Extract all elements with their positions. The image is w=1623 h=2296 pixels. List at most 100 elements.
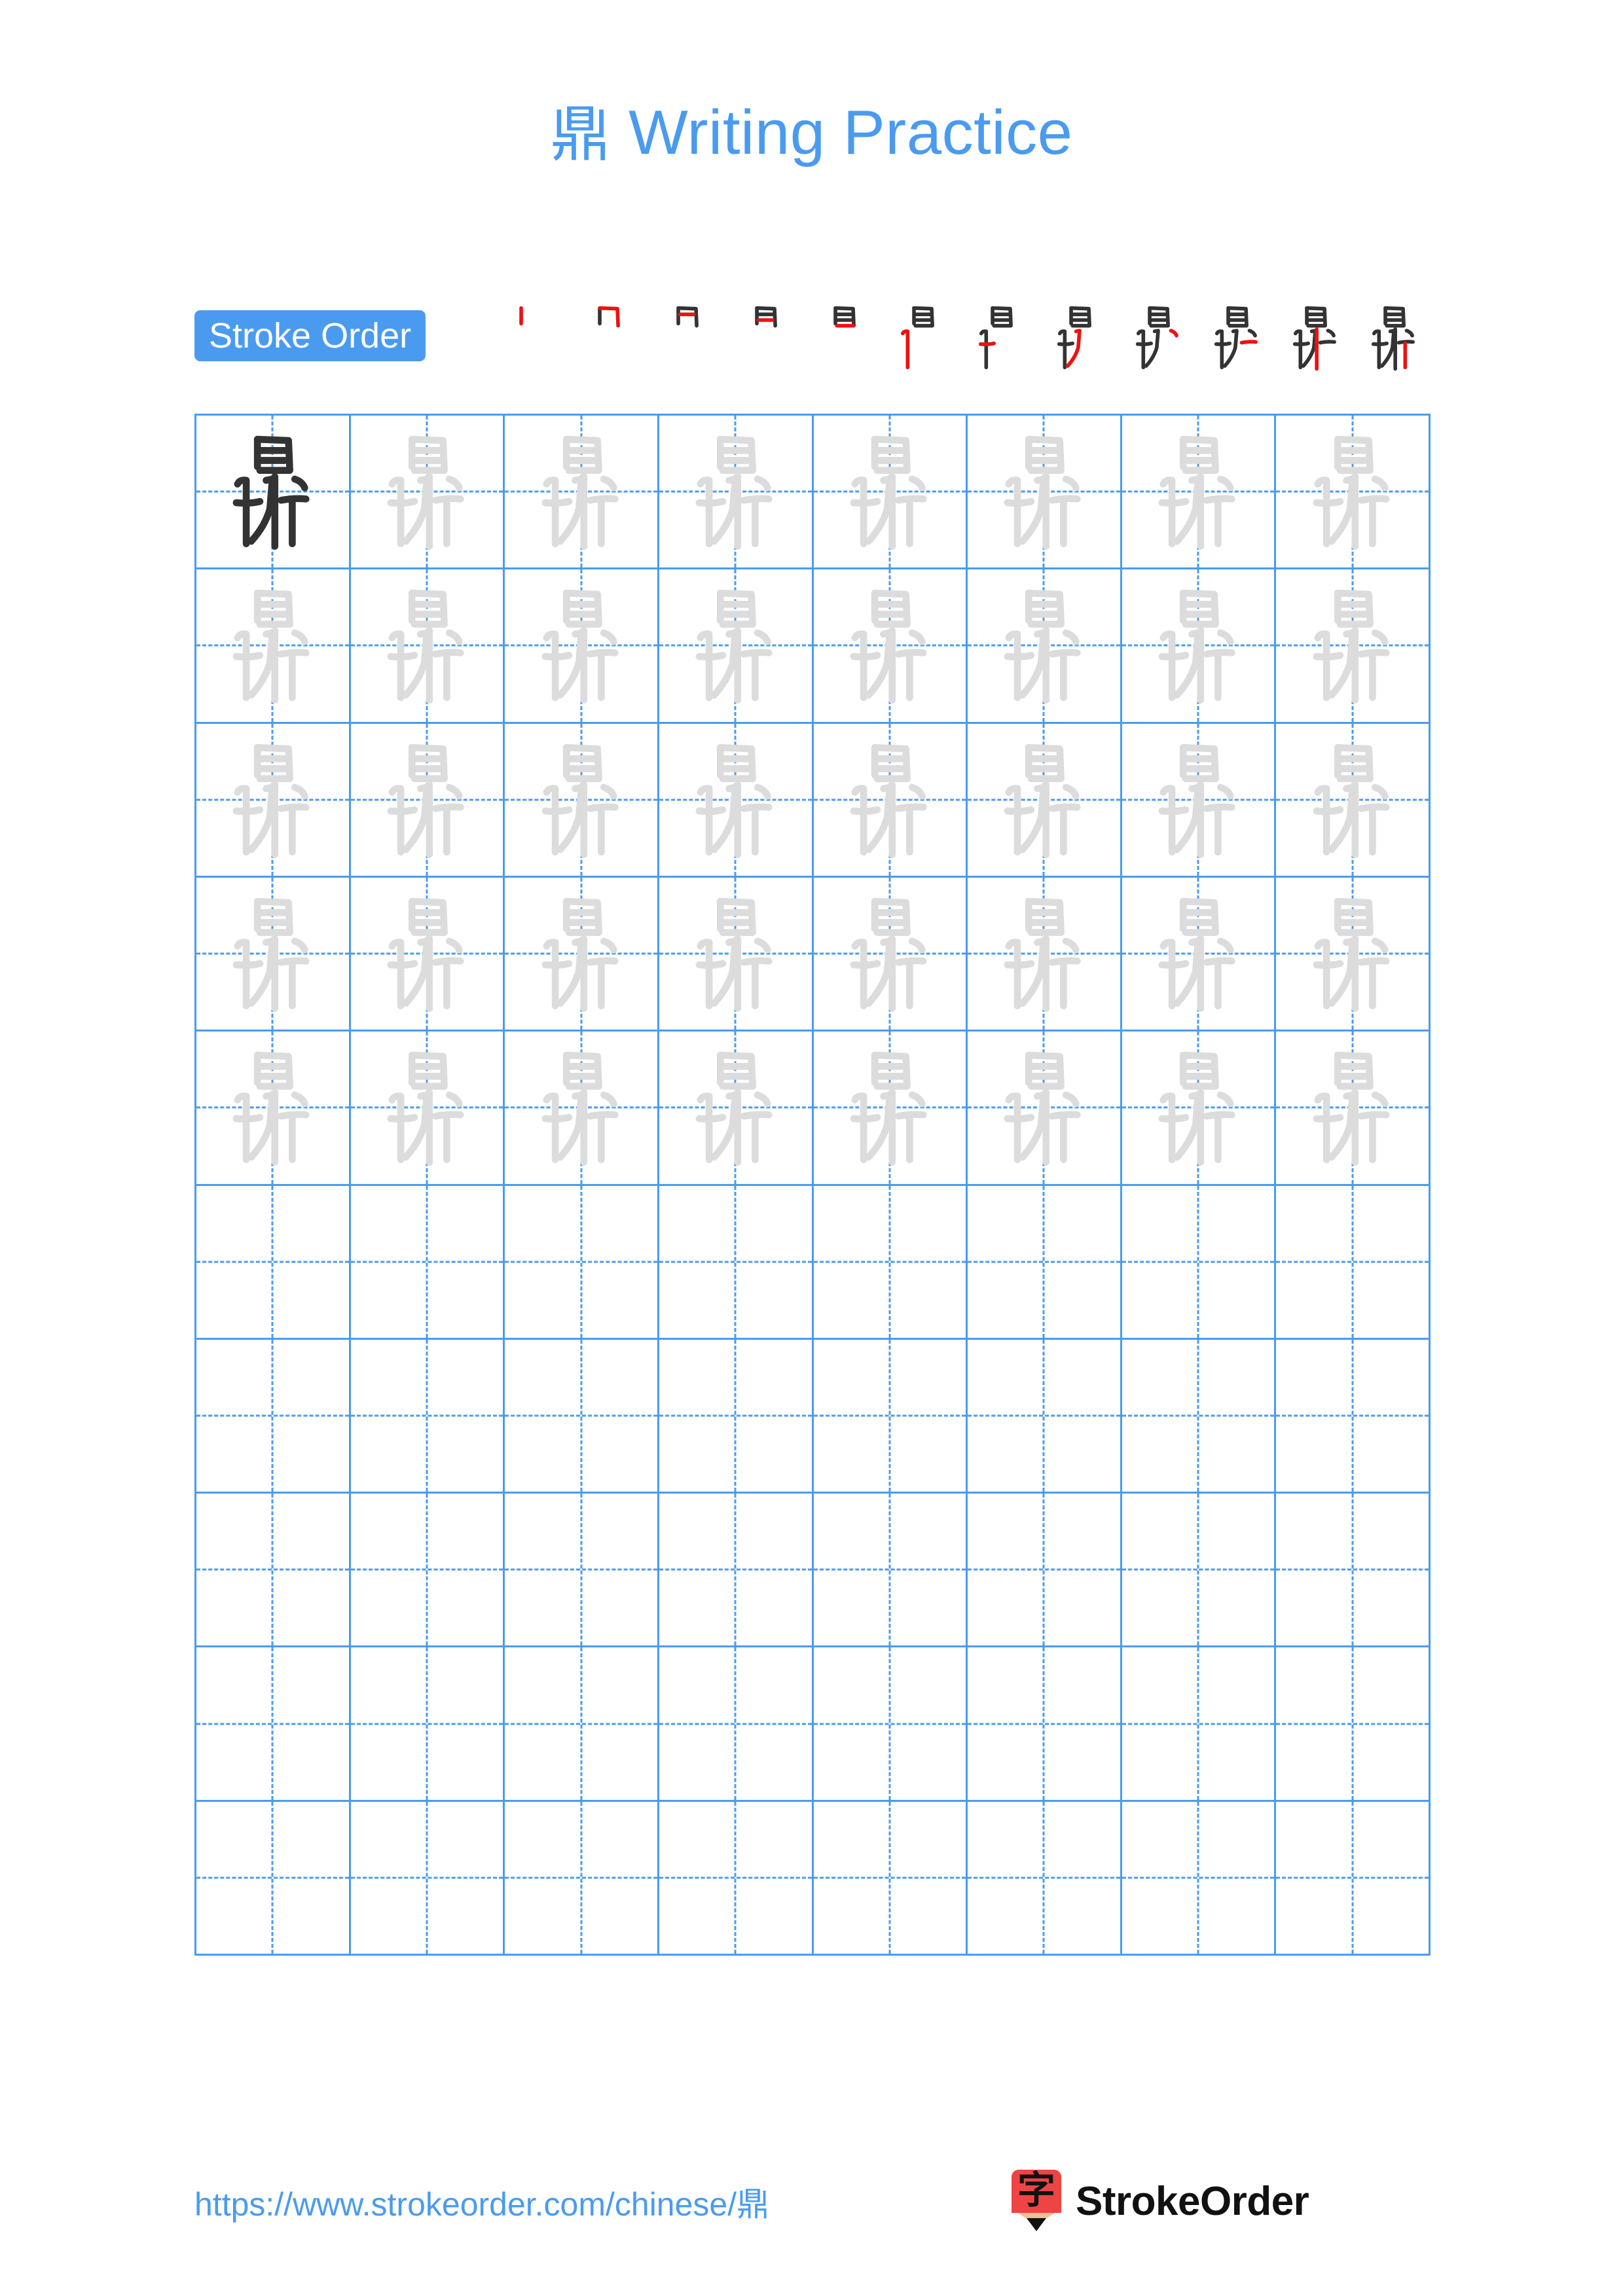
practice-cell-r2-c6[interactable] — [968, 569, 1122, 724]
practice-cell-r1-c8[interactable] — [1276, 416, 1431, 570]
practice-cell-r1-c5[interactable] — [813, 416, 968, 570]
practice-cell-r6-c2[interactable] — [350, 1185, 505, 1340]
practice-cell-r2-c7[interactable] — [1122, 569, 1277, 724]
practice-cell-r4-c2[interactable] — [350, 877, 505, 1032]
practice-cell-r6-c3[interactable] — [505, 1185, 659, 1340]
logo-character: 字 — [1017, 2168, 1055, 2212]
practice-cell-r7-c3[interactable] — [505, 1339, 659, 1494]
practice-cell-r1-c4[interactable] — [659, 416, 814, 570]
practice-cell-r4-c8[interactable] — [1276, 877, 1431, 1032]
practice-cell-r4-c1[interactable] — [196, 877, 351, 1032]
practice-cell-r10-c4[interactable] — [659, 1801, 814, 1956]
practice-cell-r10-c7[interactable] — [1122, 1801, 1277, 1956]
practice-cell-r7-c4[interactable] — [659, 1339, 814, 1494]
practice-cell-r6-c6[interactable] — [968, 1185, 1122, 1340]
trace-character — [968, 1031, 1120, 1183]
trace-character — [659, 878, 812, 1030]
practice-cell-r3-c1[interactable] — [196, 723, 351, 878]
practice-cell-r5-c7[interactable] — [1122, 1031, 1277, 1186]
practice-cell-r2-c1[interactable] — [196, 569, 351, 724]
practice-cell-r10-c5[interactable] — [813, 1801, 968, 1956]
practice-cell-r4-c4[interactable] — [659, 877, 814, 1032]
practice-cell-r7-c6[interactable] — [968, 1339, 1122, 1494]
practice-cell-r2-c2[interactable] — [350, 569, 505, 724]
practice-cell-r5-c6[interactable] — [968, 1031, 1122, 1186]
practice-cell-r9-c6[interactable] — [968, 1647, 1122, 1802]
practice-cell-r6-c4[interactable] — [659, 1185, 814, 1340]
practice-cell-r9-c4[interactable] — [659, 1647, 814, 1802]
trace-character — [1122, 569, 1275, 721]
practice-cell-r5-c5[interactable] — [813, 1031, 968, 1186]
practice-cell-r8-c7[interactable] — [1122, 1494, 1277, 1648]
trace-character — [968, 569, 1120, 721]
practice-cell-r5-c1[interactable] — [196, 1031, 351, 1186]
practice-cell-r2-c8[interactable] — [1276, 569, 1431, 724]
practice-cell-r8-c4[interactable] — [659, 1494, 814, 1648]
practice-cell-r7-c2[interactable] — [350, 1339, 505, 1494]
stroke-step-8 — [1040, 301, 1119, 373]
practice-cell-r10-c3[interactable] — [505, 1801, 659, 1956]
practice-cell-r1-c7[interactable] — [1122, 416, 1277, 570]
practice-cell-r1-c6[interactable] — [968, 416, 1122, 570]
practice-cell-r7-c1[interactable] — [196, 1339, 351, 1494]
practice-cell-r7-c5[interactable] — [813, 1339, 968, 1494]
practice-cell-r9-c1[interactable] — [196, 1647, 351, 1802]
practice-cell-r9-c5[interactable] — [813, 1647, 968, 1802]
practice-cell-r4-c5[interactable] — [813, 877, 968, 1032]
practice-cell-r3-c7[interactable] — [1122, 723, 1277, 878]
trace-character — [505, 1031, 657, 1183]
practice-cell-r6-c7[interactable] — [1122, 1185, 1277, 1340]
practice-cell-r3-c3[interactable] — [505, 723, 659, 878]
practice-cell-r8-c8[interactable] — [1276, 1494, 1431, 1648]
stroke-order-badge: Stroke Order — [194, 310, 426, 361]
practice-cell-r1-c2[interactable] — [350, 416, 505, 570]
trace-character — [196, 1031, 349, 1183]
trace-character — [659, 724, 812, 876]
trace-character — [196, 569, 349, 721]
practice-cell-r8-c6[interactable] — [968, 1494, 1122, 1648]
practice-cell-r4-c3[interactable] — [505, 877, 659, 1032]
trace-character — [351, 724, 503, 876]
footer-url-link[interactable]: https://www.strokeorder.com/chinese/鼎 — [194, 2178, 769, 2225]
practice-cell-r4-c6[interactable] — [968, 877, 1122, 1032]
practice-cell-r10-c8[interactable] — [1276, 1801, 1431, 1956]
practice-cell-r3-c2[interactable] — [350, 723, 505, 878]
trace-character — [1276, 416, 1429, 567]
practice-cell-r9-c7[interactable] — [1122, 1647, 1277, 1802]
practice-cell-r6-c5[interactable] — [813, 1185, 968, 1340]
practice-cell-r1-c1[interactable] — [196, 416, 351, 570]
practice-cell-r9-c3[interactable] — [505, 1647, 659, 1802]
practice-cell-r5-c8[interactable] — [1276, 1031, 1431, 1186]
model-character — [196, 416, 349, 567]
practice-cell-r7-c7[interactable] — [1122, 1339, 1277, 1494]
practice-cell-r8-c5[interactable] — [813, 1494, 968, 1648]
strokeorder-logo-icon: 字 — [1012, 2168, 1061, 2233]
practice-cell-r6-c8[interactable] — [1276, 1185, 1431, 1340]
practice-cell-r2-c5[interactable] — [813, 569, 968, 724]
trace-character — [196, 724, 349, 876]
practice-cell-r6-c1[interactable] — [196, 1185, 351, 1340]
trace-character — [196, 878, 349, 1030]
practice-cell-r4-c7[interactable] — [1122, 877, 1277, 1032]
practice-cell-r8-c1[interactable] — [196, 1494, 351, 1648]
practice-cell-r3-c6[interactable] — [968, 723, 1122, 878]
practice-cell-r8-c3[interactable] — [505, 1494, 659, 1648]
practice-cell-r2-c4[interactable] — [659, 569, 814, 724]
practice-cell-r10-c1[interactable] — [196, 1801, 351, 1956]
practice-cell-r3-c5[interactable] — [813, 723, 968, 878]
practice-cell-r5-c4[interactable] — [659, 1031, 814, 1186]
practice-cell-r8-c2[interactable] — [350, 1494, 505, 1648]
practice-cell-r2-c3[interactable] — [505, 569, 659, 724]
stroke-order-section: Stroke Order — [194, 301, 1432, 373]
practice-cell-r3-c8[interactable] — [1276, 723, 1431, 878]
practice-cell-r5-c3[interactable] — [505, 1031, 659, 1186]
practice-grid — [194, 414, 1431, 1956]
practice-cell-r7-c8[interactable] — [1276, 1339, 1431, 1494]
practice-cell-r3-c4[interactable] — [659, 723, 814, 878]
practice-cell-r1-c3[interactable] — [505, 416, 659, 570]
practice-cell-r9-c8[interactable] — [1276, 1647, 1431, 1802]
practice-cell-r9-c2[interactable] — [350, 1647, 505, 1802]
practice-cell-r10-c6[interactable] — [968, 1801, 1122, 1956]
practice-cell-r10-c2[interactable] — [350, 1801, 505, 1956]
practice-cell-r5-c2[interactable] — [350, 1031, 505, 1186]
